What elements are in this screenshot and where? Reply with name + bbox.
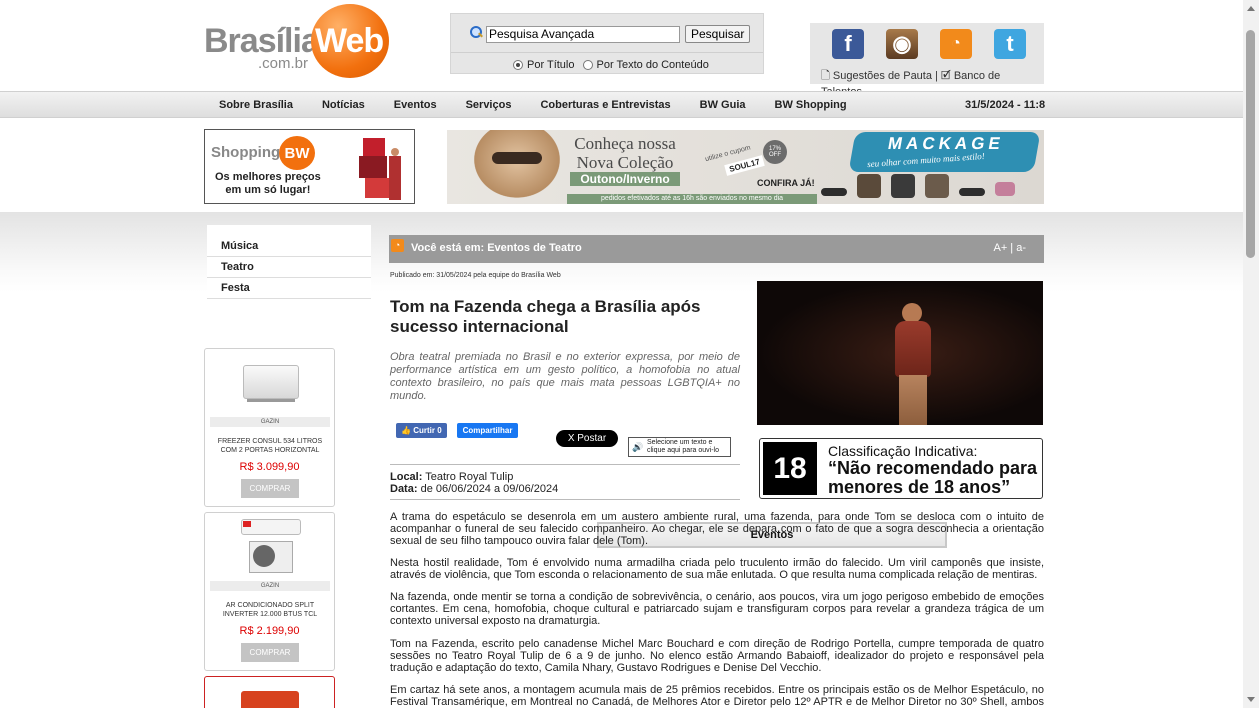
banner-model [467,130,567,204]
banner-products [821,174,1015,198]
social-box: f ◉ ◔ t 🗋 Sugestões de Pauta | 🗹 Banco d… [810,23,1044,98]
facebook-share-button[interactable]: Compartilhar [456,423,519,438]
article-lead: Obra teatral premiada no Brasil e no ext… [390,351,740,402]
article-photo [757,281,1043,425]
shopping-bags-illustration [355,134,411,200]
nav-datetime: 31/5/2024 - 11:8 [965,99,1046,111]
banner-discount-badge: 17% OFF [763,140,787,164]
x-post-button[interactable]: X Postar [556,430,618,447]
banner-cta: CONFIRA JÁ! [757,178,815,188]
freezer-image [241,361,301,403]
banner-sunglasses [492,152,542,164]
sidebar-item-festa[interactable]: Festa [207,278,371,299]
radio-by-title-label: Por Título [527,59,575,71]
age-rating-label: Classificação Indicativa: [828,443,978,459]
nav-eventos[interactable]: Eventos [394,99,437,111]
divider [390,499,740,500]
search-button[interactable]: Pesquisar [685,25,751,43]
event-info: Local: Teatro Royal Tulip Data: de 06/06… [390,471,559,495]
scroll-down-icon[interactable] [1247,697,1255,702]
event-location: Teatro Royal Tulip [425,471,514,483]
product-card[interactable]: GAZIN AR CONDICIONADO SPLIT INVERTER 12.… [204,512,335,671]
instagram-icon[interactable]: ◉ [886,29,918,59]
product-name: AR CONDICIONADO SPLIT INVERTER 12.000 BT… [222,602,318,618]
radio-by-content-label: Por Texto do Conteúdo [596,59,709,71]
age-rating-text: “Não recomendado para menores de 18 anos… [828,458,1038,497]
product-price: R$ 2.199,90 [239,625,300,637]
nav-bw-shopping[interactable]: BW Shopping [775,99,847,111]
article-paragraph: Em cartaz há sete anos, a montagem acumu… [390,684,1044,708]
article-paragraph: A trama do espetáculo se desenrola em um… [390,511,1044,547]
shopping-ad-badge: BW [279,136,315,170]
share-buttons: 👍 Curtir 0 Compartilhar [396,423,519,438]
shopping-ad-tagline: Os melhores preços em um só lugar! [215,171,321,196]
product-brand: GAZIN [210,581,330,591]
nav-coberturas[interactable]: Coberturas e Entrevistas [540,99,670,111]
nav-sobre-brasilia[interactable]: Sobre Brasília [219,99,293,111]
content-background [0,212,1243,708]
sidebar-item-musica[interactable]: Música [207,236,371,257]
banner-season: Outono/Inverno [570,172,680,186]
age-rating-box: 18 Classificação Indicativa: “Não recome… [759,438,1043,499]
site-header: Brasília Web .com.br Pesquisar Por Títul… [0,0,1243,98]
twitter-icon[interactable]: t [994,29,1026,59]
font-size-controls[interactable]: A+ | a- [993,242,1026,254]
search-icon [469,25,483,39]
product-card[interactable]: GAZIN FREEZER CONSUL 534 LITROS COM 2 PO… [204,348,335,507]
shopping-ad-title: Shopping [211,144,281,161]
main-nav: Sobre Brasília Notícias Eventos Serviços… [0,91,1243,118]
text-to-speech-label: Selecione um texto e clique aqui para ou… [647,439,719,454]
radio-by-content[interactable] [582,60,593,70]
banner-headline: Conheça nossa Nova Coleção [574,134,676,172]
breadcrumb-bar: ◔ Você está em: Eventos de Teatro A+ | a… [389,235,1044,263]
search-divider [451,52,763,53]
product-card-partial[interactable] [204,676,335,708]
published-info: Publicado em: 31/05/2024 pela equipe do … [390,272,561,279]
logo-domain: .com.br [258,55,309,72]
product-image-partial [241,691,299,708]
banner-coupon-code: SOUL17 [724,155,765,176]
page-scrollbar[interactable] [1243,0,1259,708]
nav-servicos[interactable]: Serviços [466,99,512,111]
article-paragraph: Na fazenda, onde mentir se torna a condi… [390,591,1044,627]
buy-button[interactable]: COMPRAR [241,479,299,498]
product-brand: GAZIN [210,417,330,427]
rss-icon[interactable]: ◔ [940,29,972,59]
speaker-icon: 🔊 [632,442,644,452]
article-paragraph: Nesta hostil realidade, Tom é envolvido … [390,557,1044,581]
logo-web: Web [315,22,384,60]
article-title: Tom na Fazenda chega a Brasília após suc… [390,297,701,336]
rss-icon[interactable]: ◔ [391,239,404,252]
air-conditioner-image [241,519,301,575]
scroll-up-icon[interactable] [1247,6,1255,11]
article-paragraph: Tom na Fazenda, escrito pelo canadense M… [390,638,1044,674]
shopping-bw-ad[interactable]: Shopping BW Os melhores preços em um só … [204,129,415,204]
nav-bw-guia[interactable]: BW Guia [700,99,746,111]
nav-noticias[interactable]: Notícias [322,99,365,111]
event-date: de 06/06/2024 a 09/06/2024 [420,483,559,495]
sidebar-item-teatro[interactable]: Teatro [207,257,371,278]
scroll-thumb[interactable] [1246,30,1255,258]
text-to-speech-button[interactable]: 🔊 Selecione um texto e clique aqui para … [628,437,731,457]
mackage-banner-ad[interactable]: Conheça nossa Nova Coleção Outono/Invern… [447,130,1044,204]
sidebar-menu: Eventos Música Teatro Festa [207,225,947,548]
radio-by-title[interactable] [513,60,523,70]
age-rating-badge: 18 [763,442,817,495]
breadcrumb: Você está em: Eventos de Teatro [411,242,582,254]
facebook-like-button[interactable]: 👍 Curtir 0 [396,423,447,438]
facebook-icon[interactable]: f [832,29,864,59]
product-name: FREEZER CONSUL 534 LITROS COM 2 PORTAS H… [217,438,323,454]
banner-shipping-note: pedidos efetivados até as 16h são enviad… [567,194,817,204]
divider [390,464,740,465]
site-logo[interactable]: Brasília Web .com.br [204,4,389,84]
search-box: Pesquisar Por Título Por Texto do Conteú… [450,13,764,74]
search-input[interactable] [486,25,680,43]
product-price: R$ 3.099,90 [239,461,300,473]
buy-button[interactable]: COMPRAR [241,643,299,662]
